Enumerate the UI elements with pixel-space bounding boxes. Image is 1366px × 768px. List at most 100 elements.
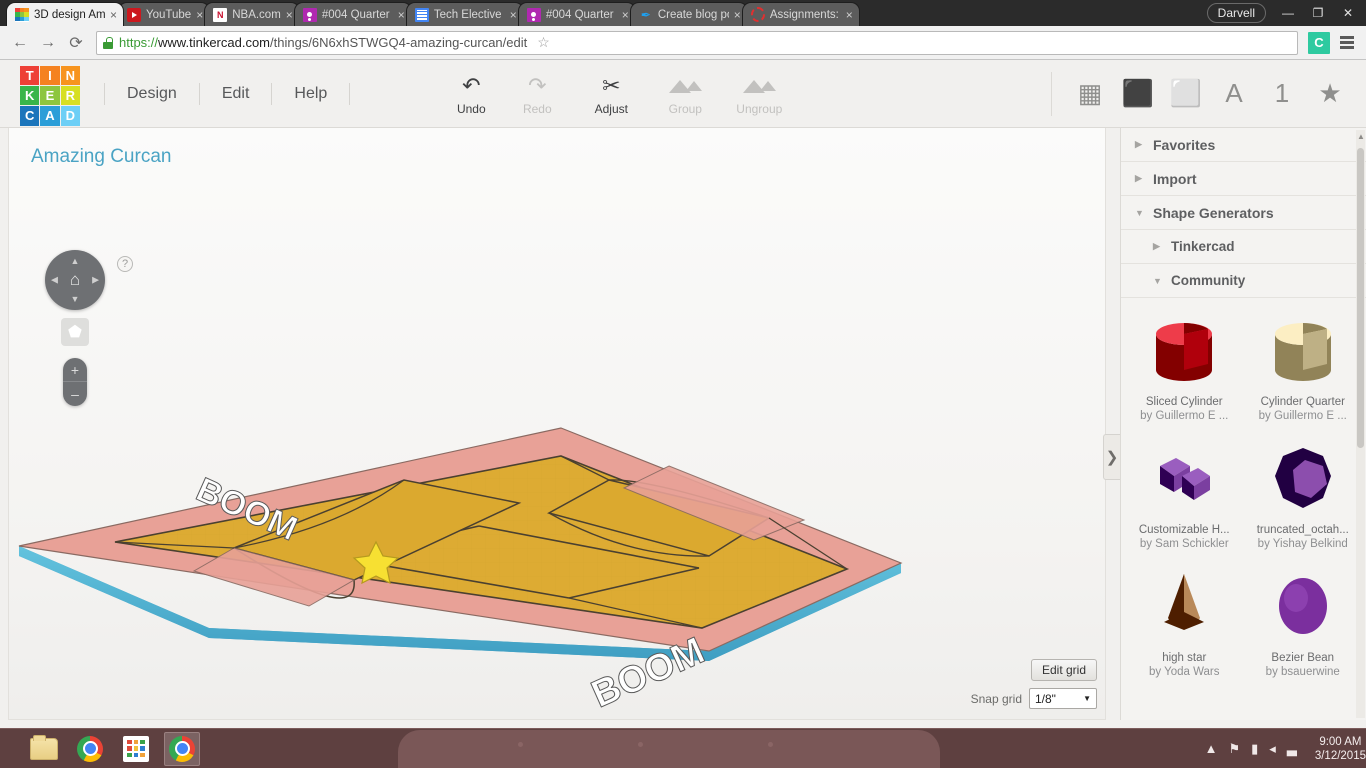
back-icon[interactable]: ← <box>6 29 34 57</box>
chrome-menu-icon[interactable] <box>1334 36 1360 49</box>
url-path: /things/6N6xhSTWGQ4-amazing-curcan/edit <box>270 35 527 50</box>
tool-redo-button: ↷Redo <box>506 71 568 116</box>
volume-icon[interactable]: ◂ <box>1269 741 1276 757</box>
panel-section-favorites[interactable]: ▶ Favorites <box>1121 128 1366 162</box>
basketball-court-model[interactable]: BOOM BOOM <box>9 128 1106 720</box>
tab-title: YouTube <box>146 9 191 21</box>
apps-grid-glyph <box>123 736 149 762</box>
shape-thumbnail[interactable] <box>1246 310 1361 394</box>
shape-item-4[interactable]: high starby Yoda Wars <box>1125 560 1244 688</box>
tab-close-icon[interactable]: × <box>196 9 203 21</box>
browser-tab-1[interactable]: YouTube × <box>118 2 210 26</box>
panel-section-import[interactable]: ▶Import <box>1121 162 1366 196</box>
tab-close-icon[interactable]: × <box>286 9 293 21</box>
shape-thumbnail[interactable] <box>1246 566 1361 650</box>
address-bar[interactable]: https://www.tinkercad.com/things/6N6xhST… <box>96 31 1298 55</box>
chrome-icon[interactable] <box>72 732 108 766</box>
menu-edit[interactable]: Edit <box>200 83 273 105</box>
hole-cube-icon[interactable]: ⬜ <box>1170 78 1202 110</box>
show-hidden-icons[interactable]: ▲ <box>1205 741 1218 756</box>
maximize-button[interactable]: ❐ <box>1304 3 1332 23</box>
panel-section-list: ▶ Favorites ▶Import▼Shape Generators▶Tinke… <box>1121 128 1366 298</box>
shape-item-2[interactable]: Customizable H...by Sam Schickler <box>1125 432 1244 560</box>
logo-letter-n: N <box>61 66 80 85</box>
browser-tab-4[interactable]: Tech Elective Pro× <box>406 2 524 26</box>
scrollbar-thumb[interactable] <box>1357 148 1364 448</box>
shape-thumbnail[interactable] <box>1127 438 1242 522</box>
3d-canvas[interactable]: Amazing Curcan ⌂ ▲ ▼ ◀ ▶ ? ⬟ + – <box>8 128 1106 720</box>
tinkercad-icon <box>15 8 29 22</box>
tab-close-icon[interactable]: × <box>110 9 117 21</box>
battery-icon[interactable]: ▮ <box>1251 741 1258 757</box>
action-center-icon[interactable]: ⚑ <box>1228 741 1240 757</box>
shape-thumbnail[interactable] <box>1246 438 1361 522</box>
browser-tab-7[interactable]: Assignments: TE × <box>742 2 860 26</box>
browser-tab-5[interactable]: #004 Quarter 3 P× <box>518 2 636 26</box>
tool-adjust-button[interactable]: ✂Adjust <box>572 71 650 116</box>
shape-name: truncated_octah... <box>1246 524 1361 536</box>
tab-close-icon[interactable]: × <box>510 9 517 21</box>
panel-section-community[interactable]: ▼Community <box>1121 264 1366 298</box>
close-button[interactable]: ✕ <box>1334 3 1362 23</box>
menu-help[interactable]: Help <box>272 83 350 105</box>
panel-collapse-handle[interactable]: ❯ <box>1103 434 1120 480</box>
number-icon[interactable]: 1 <box>1266 78 1298 110</box>
shape-item-0[interactable]: Sliced Cylinderby Guillermo E ... <box>1125 304 1244 432</box>
tab-close-icon[interactable]: × <box>846 9 853 21</box>
browser-tab-6[interactable]: ✒Create blog post× <box>630 2 748 26</box>
forward-icon[interactable]: → <box>34 29 62 57</box>
shape-thumbnail[interactable] <box>1127 566 1242 650</box>
logo-letter-k: K <box>20 86 39 105</box>
tab-close-icon[interactable]: × <box>734 9 741 21</box>
file-explorer-icon[interactable] <box>26 732 62 766</box>
solid-cube-icon[interactable]: ⬛ <box>1122 78 1154 110</box>
reload-icon[interactable]: ⟳ <box>62 29 90 57</box>
shape-author: by Yoda Wars <box>1127 666 1242 678</box>
panel-section-label: Favorites <box>1153 137 1215 153</box>
shape-item-1[interactable]: Cylinder Quarterby Guillermo E ... <box>1244 304 1363 432</box>
window-controls: Darvell — ❐ ✕ <box>1207 0 1366 26</box>
panel-section-tinkercad[interactable]: ▶Tinkercad <box>1121 230 1366 264</box>
chevron-right-icon[interactable]: ▶ <box>1135 173 1143 184</box>
shape-item-3[interactable]: truncated_octah...by Yishay Belkind <box>1244 432 1363 560</box>
snap-grid-row: Snap grid 1/8" ▼ <box>971 688 1097 709</box>
folder-glyph <box>30 738 58 760</box>
minimize-button[interactable]: — <box>1274 3 1302 23</box>
tinkercad-logo[interactable]: TINKERCAD <box>20 66 80 126</box>
chevron-down-icon[interactable]: ▼ <box>1135 208 1143 218</box>
chevron-right-icon[interactable]: ▶ <box>1135 139 1143 150</box>
extension-icon[interactable]: C <box>1308 32 1330 54</box>
tool-undo-button[interactable]: ↶Undo <box>440 71 502 116</box>
scroll-up-icon[interactable]: ▲ <box>1357 132 1365 141</box>
tool-label: Group <box>654 102 716 116</box>
browser-tab-2[interactable]: NNBA.com× <box>204 2 300 26</box>
workplane-icon[interactable]: ▦ <box>1074 78 1106 110</box>
chrome-window-icon[interactable] <box>164 732 200 766</box>
tab-title: Assignments: TE <box>770 9 841 21</box>
logo-letter-e: E <box>40 86 59 105</box>
chevron-down-icon[interactable]: ▼ <box>1153 276 1161 286</box>
shape-author: by bsauerwine <box>1246 666 1361 678</box>
apps-grid-icon[interactable] <box>118 732 154 766</box>
menu-design[interactable]: Design <box>104 83 200 105</box>
taskbar-clock[interactable]: 9:00 AM 3/12/2015 <box>1309 735 1366 763</box>
logo-letter-i: I <box>40 66 59 85</box>
edit-grid-button[interactable]: Edit grid <box>1031 659 1097 681</box>
main-menu: DesignEditHelp <box>104 74 350 114</box>
system-tray: ▲ ⚑ ▮ ◂ ▃ <box>1205 741 1309 757</box>
shape-thumbnail[interactable] <box>1127 310 1242 394</box>
browser-tab-0[interactable]: 3D design Amazi× <box>6 2 124 26</box>
chrome-profile-name[interactable]: Darvell <box>1207 3 1266 23</box>
tab-close-icon[interactable]: × <box>398 9 405 21</box>
snap-grid-select[interactable]: 1/8" ▼ <box>1029 688 1097 709</box>
shape-item-5[interactable]: Bezier Beanby bsauerwine <box>1244 560 1363 688</box>
tab-close-icon[interactable]: × <box>622 9 629 21</box>
star-icon[interactable]: ★ <box>1314 78 1346 110</box>
network-icon[interactable]: ▃ <box>1287 741 1297 757</box>
browser-tab-3[interactable]: #004 Quarter 3 P× <box>294 2 412 26</box>
panel-scrollbar[interactable]: ▲ <box>1356 130 1365 718</box>
text-icon[interactable]: A <box>1218 78 1250 110</box>
chevron-right-icon[interactable]: ▶ <box>1153 241 1161 252</box>
panel-section-shape-generators[interactable]: ▼Shape Generators <box>1121 196 1366 230</box>
bookmark-star-icon[interactable]: ☆ <box>533 34 554 51</box>
